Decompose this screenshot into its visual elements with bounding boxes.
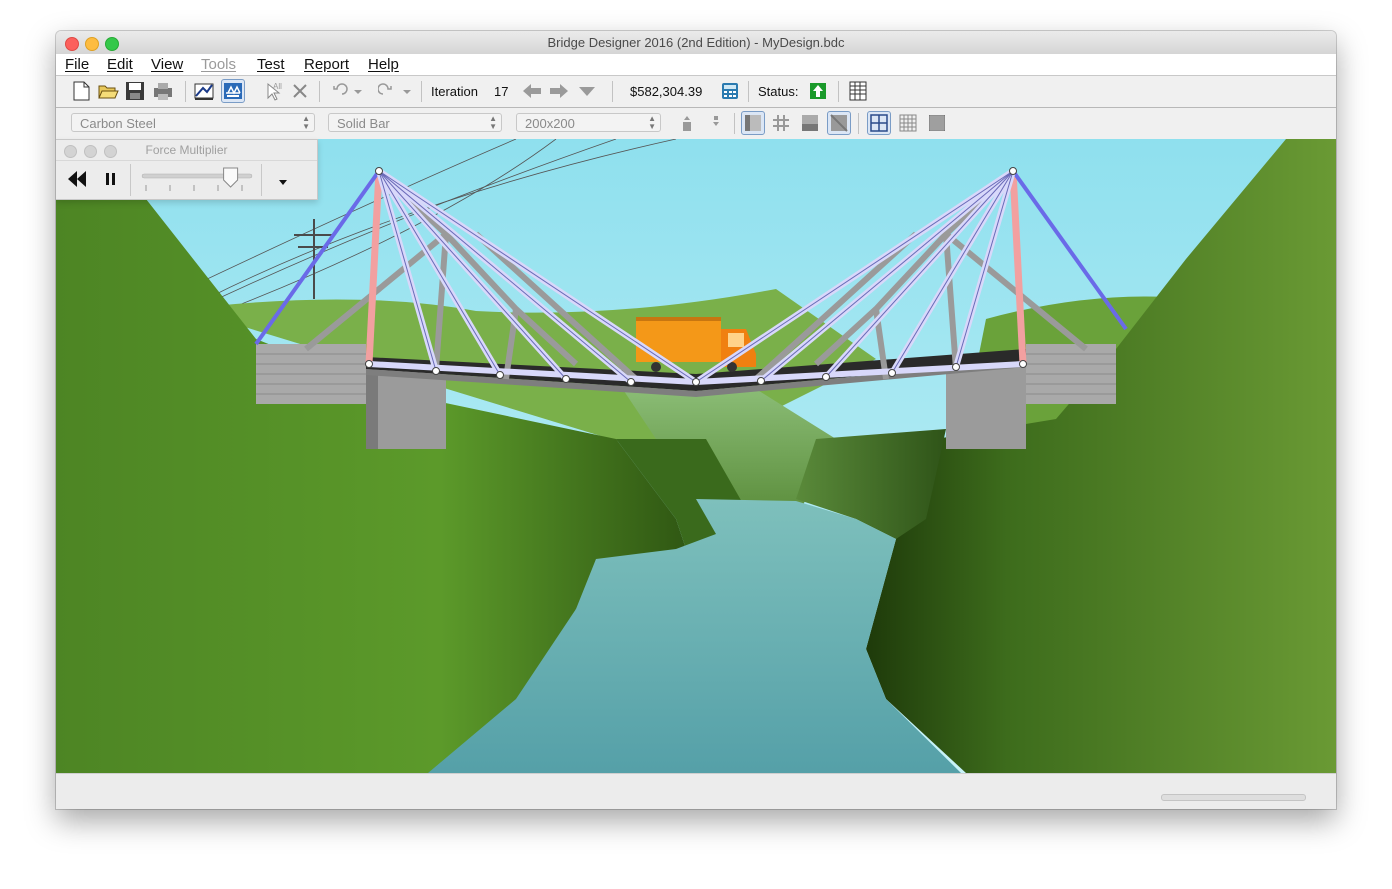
palette-dropdown-button[interactable]: [276, 174, 290, 185]
minimize-window-button[interactable]: [85, 37, 99, 51]
3d-animation-view[interactable]: [56, 139, 1336, 773]
material-select[interactable]: Carbon Steel ▲ ▼: [71, 113, 315, 132]
spinner-arrows-icon: ▲ ▼: [648, 114, 656, 131]
palette-title: Force Multiplier: [145, 143, 228, 157]
size-value: 200x200: [525, 116, 575, 131]
new-document-icon[interactable]: [70, 80, 92, 102]
back-iteration-icon[interactable]: [521, 80, 543, 102]
iteration-dropdown-icon[interactable]: [576, 80, 598, 102]
close-window-button[interactable]: [65, 37, 79, 51]
chevron-down-icon: [279, 180, 287, 185]
palette-minimize-button[interactable]: [84, 145, 97, 158]
status-bar: [56, 773, 1336, 809]
material-value: Carbon Steel: [80, 116, 156, 131]
svg-text:All: All: [273, 82, 282, 91]
palette-zoom-button[interactable]: [104, 145, 117, 158]
zoom-window-button[interactable]: [105, 37, 119, 51]
grid-hash-icon[interactable]: [770, 112, 792, 134]
increase-size-icon[interactable]: [676, 112, 698, 134]
menu-edit[interactable]: Edit: [107, 54, 133, 75]
menu-help[interactable]: Help: [368, 54, 399, 75]
delete-icon[interactable]: [289, 80, 311, 102]
menu-view[interactable]: View: [151, 54, 183, 75]
window-title: Bridge Designer 2016 (2nd Edition) - MyD…: [547, 35, 845, 50]
size-select[interactable]: 200x200 ▲ ▼: [516, 113, 661, 132]
pause-icon: [106, 173, 115, 185]
main-toolbar: All Iteration 17 $582,304.39 Status:: [56, 76, 1336, 108]
member-toolbar: Carbon Steel ▲ ▼ Solid Bar ▲ ▼ 200x200 ▲ ▼: [56, 108, 1336, 140]
load-test-icon[interactable]: [221, 79, 245, 103]
menu-test[interactable]: Test: [257, 54, 285, 75]
show-template-icon[interactable]: [827, 111, 851, 135]
member-table-icon[interactable]: [799, 112, 821, 134]
show-members-list-icon[interactable]: [741, 111, 765, 135]
palette-title-bar: Force Multiplier: [56, 140, 317, 161]
menu-bar: File Edit View Tools Test Report Help: [56, 54, 1336, 76]
select-all-icon[interactable]: All: [263, 80, 285, 102]
coarse-grid-icon[interactable]: [867, 111, 891, 135]
app-window: Bridge Designer 2016 (2nd Edition) - MyD…: [56, 31, 1336, 809]
calculator-icon[interactable]: [719, 80, 741, 102]
undo-icon[interactable]: [329, 80, 362, 102]
spinner-arrows-icon: ▲ ▼: [302, 114, 310, 131]
rewind-button[interactable]: [66, 169, 88, 189]
menu-tools[interactable]: Tools: [201, 54, 236, 75]
iteration-label: Iteration: [431, 84, 478, 99]
spinner-arrows-icon: ▲ ▼: [489, 114, 497, 131]
pause-button[interactable]: [102, 169, 120, 189]
print-icon[interactable]: [152, 80, 174, 102]
section-select[interactable]: Solid Bar ▲ ▼: [328, 113, 502, 132]
forward-iteration-icon[interactable]: [548, 80, 570, 102]
iteration-value: 17: [494, 84, 509, 99]
status-ok-icon: [807, 80, 829, 102]
cost-value: $582,304.39: [630, 84, 703, 99]
decrease-size-icon[interactable]: [705, 112, 727, 134]
save-icon[interactable]: [124, 80, 146, 102]
progress-bar: [1161, 794, 1306, 801]
title-bar: Bridge Designer 2016 (2nd Edition) - MyD…: [56, 31, 1336, 55]
fine-grid-icon[interactable]: [926, 112, 948, 134]
open-folder-icon[interactable]: [97, 80, 119, 102]
menu-file[interactable]: File: [65, 54, 89, 75]
status-label: Status:: [758, 84, 799, 99]
force-multiplier-palette: Force Multiplier: [56, 139, 318, 200]
force-multiplier-slider[interactable]: [140, 167, 256, 195]
medium-grid-icon[interactable]: [897, 112, 919, 134]
section-value: Solid Bar: [337, 116, 390, 131]
drawing-board-icon[interactable]: [193, 80, 215, 102]
rewind-icon: [68, 171, 86, 187]
redo-icon[interactable]: [377, 80, 411, 102]
menu-report[interactable]: Report: [304, 54, 349, 75]
slider-thumb[interactable]: [223, 167, 239, 188]
report-table-icon[interactable]: [847, 80, 869, 102]
palette-close-button[interactable]: [64, 145, 77, 158]
